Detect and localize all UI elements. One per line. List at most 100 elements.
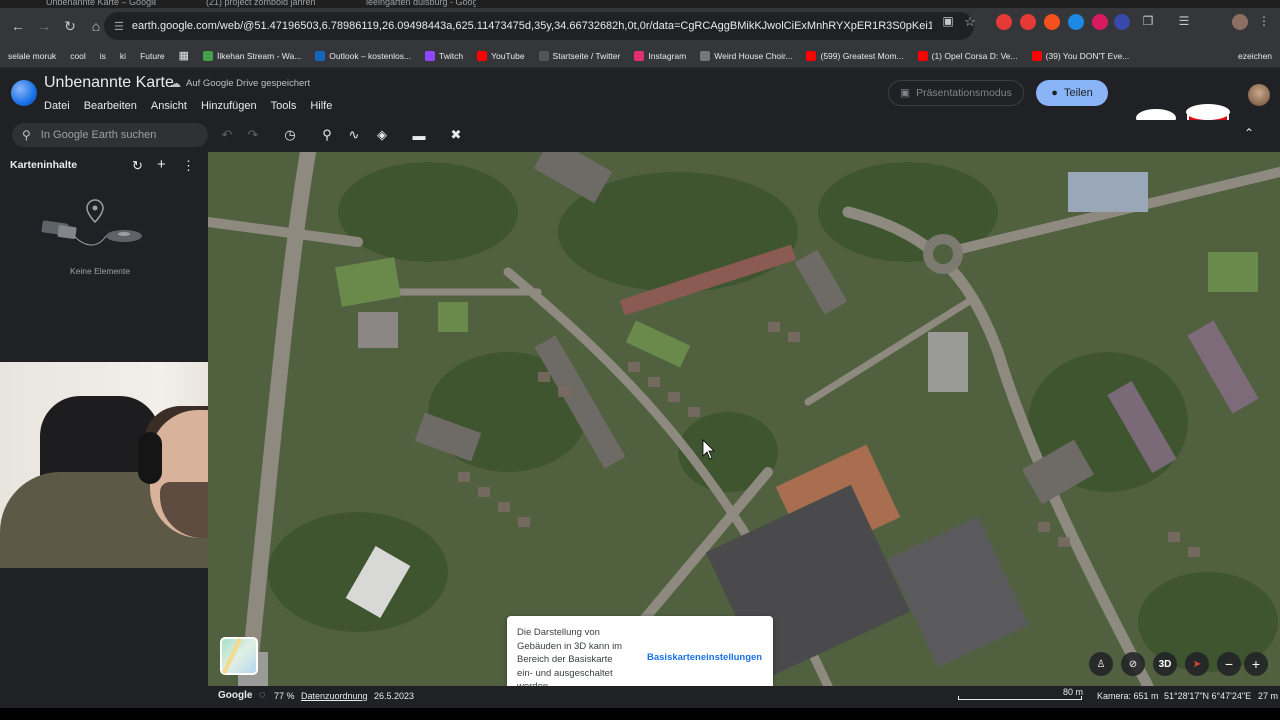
empty-state-text: Keine Elemente	[69, 266, 130, 276]
reload-icon[interactable]: ↻	[58, 14, 82, 38]
menu-tools[interactable]: Tools	[271, 100, 297, 112]
draw-path-icon[interactable]: ∿	[345, 126, 363, 144]
browser-tab[interactable]: leeingarten duisburg - Google	[366, 0, 476, 8]
google-earth-logo[interactable]	[11, 80, 37, 106]
share-button[interactable]: ● Teilen	[1036, 80, 1108, 106]
presentation-mode-button[interactable]: ▣ Präsentationsmodus	[888, 80, 1024, 106]
layers-icon[interactable]: ◈	[373, 126, 391, 144]
measure-icon[interactable]: ▬	[410, 126, 428, 144]
satellite-map[interactable]	[208, 152, 1280, 686]
bookmark-label: Startseite / Twitter	[552, 50, 621, 61]
bookmark-item[interactable]: (599) Greatest Mom...	[806, 50, 904, 61]
basemap-settings-link[interactable]: Basiskarteneinstellungen	[647, 652, 762, 663]
undo-icon[interactable]: ↶	[218, 126, 236, 144]
reading-list-icon[interactable]: ☰	[1176, 14, 1192, 30]
extension-icon[interactable]	[1092, 14, 1108, 30]
bookmark-label: Instagram	[648, 50, 687, 61]
browser-tab[interactable]: Unbenannte Karte – Google Ea…	[46, 0, 156, 8]
bookmark-item[interactable]: İlkehan Stream - Wa...	[203, 50, 301, 61]
youtube-icon	[1031, 50, 1042, 61]
site-info-icon[interactable]: ☰	[114, 20, 124, 33]
install-app-icon[interactable]: ▣	[940, 14, 956, 30]
bookmark-item[interactable]: YouTube	[477, 50, 525, 61]
menu-help[interactable]: Hilfe	[310, 100, 332, 112]
cursor-coordinates: 51°28'17"N 6°47'24"E	[1164, 691, 1252, 701]
google-logo: Google	[218, 690, 253, 701]
empty-state-illustration	[41, 199, 142, 246]
cloud-done-icon: ☁	[170, 78, 181, 90]
people-icon: ●	[1051, 87, 1058, 99]
extension-icon[interactable]	[1044, 14, 1060, 30]
bookmark-favicon	[700, 50, 711, 61]
headset	[138, 432, 162, 484]
bookmark-item[interactable]: is	[100, 51, 106, 61]
bookmark-favicon	[315, 50, 326, 61]
instagram-icon	[634, 50, 645, 61]
bookmark-item[interactable]: Instagram	[634, 50, 687, 61]
search-placeholder: In Google Earth suchen	[40, 129, 157, 141]
data-attribution-link[interactable]: Datenzuordnung	[301, 691, 368, 701]
back-icon[interactable]: ←	[6, 14, 30, 38]
earth-search-input[interactable]: ⚲ In Google Earth suchen	[12, 123, 208, 147]
bookmark-item[interactable]: cool	[70, 51, 86, 61]
address-bar[interactable]: ☰ earth.google.com/web/@51.47196503,6.78…	[104, 12, 974, 40]
loading-spinner-icon: ◌	[259, 689, 266, 701]
3d-toggle-button[interactable]: 3D	[1153, 652, 1177, 676]
map-tools-icon[interactable]: ✖	[447, 126, 465, 144]
extensions-puzzle-icon[interactable]: ❒	[1140, 14, 1156, 30]
bookmark-item[interactable]: (39) You DON'T Eve...	[1031, 50, 1130, 61]
menu-add[interactable]: Hinzufügen	[201, 100, 257, 112]
tooltip-text: Die Darstellung von Gebäuden in 3D kann …	[517, 627, 623, 692]
history-icon[interactable]: ◷	[281, 126, 299, 144]
bookmark-item[interactable]: (1) Opel Corsa D: Ve...	[917, 50, 1018, 61]
bookmark-label: Weird House Choir...	[714, 50, 793, 61]
save-status-text: Auf Google Drive gespeichert	[186, 78, 311, 89]
extension-icon[interactable]	[996, 14, 1012, 30]
bookmark-label: (39) You DON'T Eve...	[1045, 50, 1130, 61]
bookmark-item[interactable]: Startseite / Twitter	[538, 50, 621, 61]
bookmark-label: Outlook – kostenlos...	[329, 50, 412, 61]
more-options-icon[interactable]: ⋮	[182, 158, 195, 174]
bookmark-label: is	[99, 50, 106, 61]
youtube-icon	[806, 50, 817, 61]
map-toolbar: ⚲ In Google Earth suchen ↶ ↷ ◷ ⚲ ∿ ◈ ▬ ✖…	[0, 120, 1280, 152]
project-title[interactable]: Unbenannte Karte	[44, 74, 174, 92]
pegman-icon[interactable]: ♙	[1089, 652, 1113, 676]
menu-view[interactable]: Ansicht	[151, 100, 187, 112]
browser-tabstrip: Unbenannte Karte – Google Ea… (21) proje…	[0, 0, 1280, 8]
extension-icon[interactable]	[1020, 14, 1036, 30]
extension-icon[interactable]	[1068, 14, 1084, 30]
bookmark-item[interactable]: selale moruk	[8, 51, 56, 61]
tilt-toggle-icon[interactable]: ⊘	[1121, 652, 1145, 676]
refresh-icon[interactable]: ↻	[132, 158, 143, 174]
all-bookmarks[interactable]: ezeichen	[1238, 51, 1272, 61]
forward-icon[interactable]: →	[32, 14, 56, 38]
bookmark-label: Future	[140, 50, 165, 61]
redo-icon[interactable]: ↷	[244, 126, 262, 144]
bookmark-label: Twitch	[439, 50, 464, 61]
zoom-out-icon[interactable]: −	[1217, 652, 1241, 676]
bookmark-item[interactable]: Outlook – kostenlos...	[315, 50, 412, 61]
bookmark-item[interactable]: Twitch	[425, 50, 464, 61]
compass-icon[interactable]: ➤	[1185, 652, 1209, 676]
add-icon[interactable]: +	[157, 156, 166, 173]
add-placemark-icon[interactable]: ⚲	[318, 126, 336, 144]
browser-tab[interactable]: (21) project zomboid jahren…	[206, 0, 316, 8]
browser-profile-avatar[interactable]	[1232, 14, 1248, 30]
browser-menu-icon[interactable]: ⋮	[1256, 14, 1272, 30]
base-map-style-button[interactable]	[220, 637, 258, 675]
collapse-icon[interactable]: ⌃	[1244, 126, 1254, 140]
apps-grid-icon[interactable]: ▦	[179, 49, 189, 62]
extension-icon[interactable]	[1114, 14, 1130, 30]
twitch-icon	[425, 50, 436, 61]
bookmark-star-icon[interactable]: ☆	[962, 14, 978, 30]
bookmark-item[interactable]: Weird House Choir...	[700, 50, 793, 61]
all-bookmarks-label: ezeichen	[1238, 50, 1273, 61]
app-header: Unbenannte Karte ☁ Auf Google Drive gesp…	[0, 68, 1280, 174]
menu-file[interactable]: Datei	[44, 100, 70, 112]
bookmark-item[interactable]: ki	[120, 51, 126, 61]
bookmark-item[interactable]: Future	[140, 51, 165, 61]
menu-edit[interactable]: Bearbeiten	[84, 100, 137, 112]
zoom-in-icon[interactable]: +	[1244, 652, 1268, 676]
account-avatar[interactable]	[1248, 84, 1270, 106]
